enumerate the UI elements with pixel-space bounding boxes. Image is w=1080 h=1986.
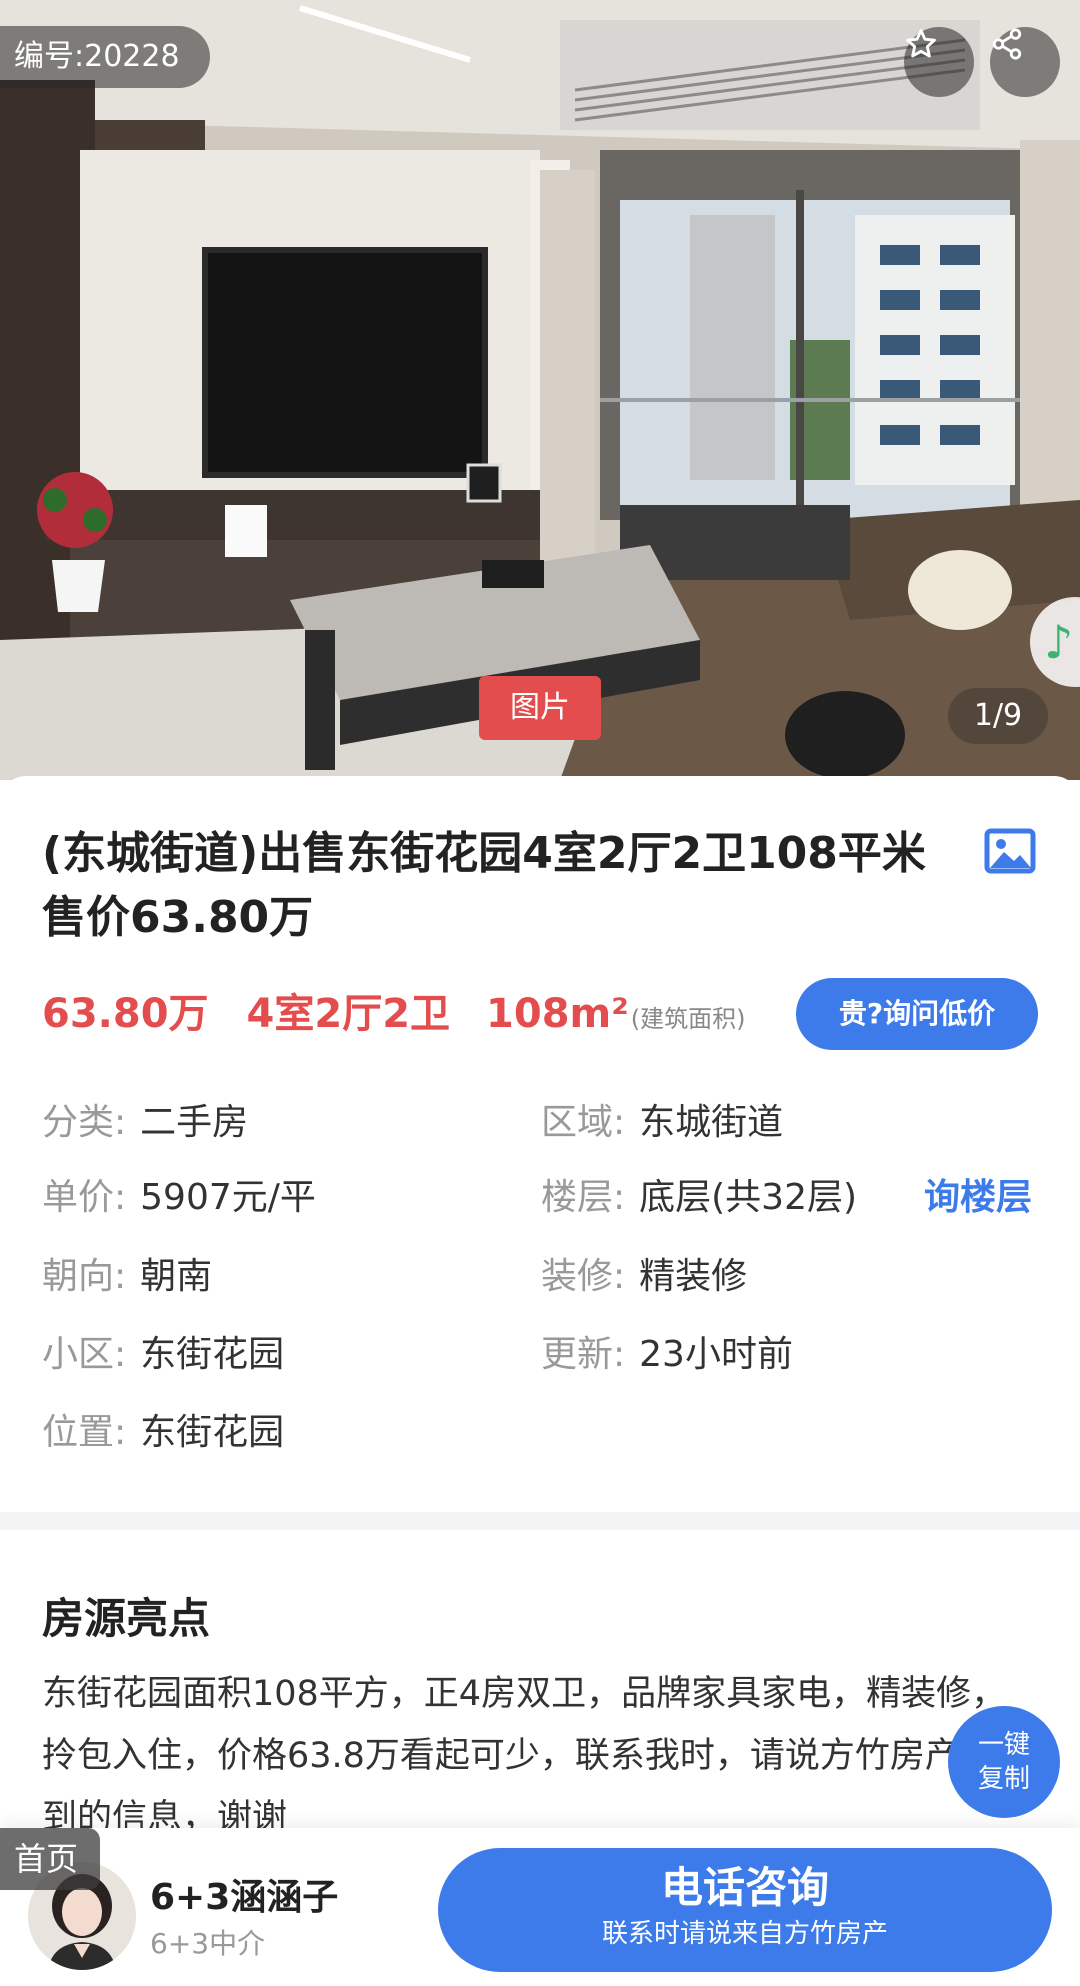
room-layout: 4室2厅2卫 (246, 991, 451, 1037)
section-divider (0, 1512, 1080, 1530)
image-counter: 1/9 (948, 688, 1048, 744)
ask-low-price-button[interactable]: 贵?询问低价 (796, 978, 1038, 1050)
one-click-copy-button[interactable]: 一键 复制 (948, 1706, 1060, 1818)
detail-floor: 楼层: 底层(共32层) (541, 1173, 857, 1223)
call-button-subtext: 联系时请说来自方竹房产 (601, 1919, 888, 1949)
image-tab[interactable]: 图片 (479, 676, 601, 740)
detail-value: 朝南 (140, 1256, 213, 1297)
share-icon (992, 28, 1022, 60)
detail-value: 东街花园 (140, 1334, 285, 1375)
price-summary-row: 63.80万 4室2厅2卫 108 m² (建筑面积) (42, 981, 745, 1041)
detail-key: 区域: (541, 1102, 626, 1143)
listing-title: (东城街道)出售东街花园4室2厅2卫108平米 售价63.80万 (42, 828, 926, 943)
star-outline-icon (906, 29, 936, 58)
call-button-label: 电话咨询 (660, 1863, 829, 1912)
detail-key: 位置: (42, 1412, 127, 1453)
listing-photo[interactable]: 编号:20228 ♪ 图片 1/9 (0, 0, 1080, 780)
area-unit: m² (569, 991, 629, 1037)
detail-key: 分类: (42, 1102, 127, 1143)
favorite-button[interactable] (904, 27, 974, 97)
detail-location: 位置: 东街花园 (42, 1408, 284, 1458)
copy-button-line1: 一键 (977, 1730, 1030, 1760)
detail-key: 楼层: (541, 1177, 626, 1218)
highlights-body: 东街花园面积108平方，正4房双卫，品牌家具家电，精装修，拎包入住，价格63.8… (42, 1674, 1007, 1831)
detail-community: 小区: 东街花园 (42, 1330, 284, 1380)
detail-value: 底层(共32层) (639, 1177, 858, 1218)
detail-value: 二手房 (140, 1102, 249, 1143)
gallery-icon[interactable] (984, 828, 1036, 874)
agent-company: 6+3中介 (150, 1927, 266, 1960)
detail-key: 装修: (541, 1256, 626, 1297)
highlights-title: 房源亮点 (42, 1594, 211, 1643)
area-note: (建筑面积) (630, 1005, 746, 1033)
detail-value: 东街花园 (140, 1412, 285, 1453)
copy-button-line2: 复制 (977, 1764, 1030, 1794)
detail-value: 精装修 (639, 1256, 748, 1297)
total-price: 63.80万 (42, 991, 209, 1037)
detail-decoration: 装修: 精装修 (541, 1252, 747, 1302)
detail-key: 单价: (42, 1177, 127, 1218)
agent-name: 6+3涵涵子 (150, 1877, 339, 1918)
detail-value: 东城街道 (639, 1102, 784, 1143)
share-button[interactable] (990, 27, 1060, 97)
phone-consult-button[interactable]: 电话咨询 联系时请说来自方竹房产 (438, 1848, 1052, 1972)
detail-orientation: 朝向: 朝南 (42, 1252, 212, 1302)
area-value: 108 (486, 991, 570, 1037)
detail-value: 5907元/平 (140, 1177, 316, 1218)
detail-key: 朝向: (42, 1256, 127, 1297)
ask-floor-link[interactable]: 询楼层 (924, 1173, 1032, 1223)
detail-value: 23小时前 (639, 1334, 793, 1375)
detail-district: 区域: 东城街道 (541, 1098, 783, 1148)
detail-updated: 更新: 23小时前 (541, 1330, 793, 1380)
home-tab[interactable]: 首页 (0, 1828, 101, 1890)
listing-id-badge: 编号:20228 (0, 26, 210, 88)
detail-category: 分类: 二手房 (42, 1098, 248, 1148)
detail-unit-price: 单价: 5907元/平 (42, 1173, 316, 1223)
living-room-photo (0, 0, 1080, 780)
detail-key: 更新: (541, 1334, 626, 1375)
music-note-icon: ♪ (1044, 615, 1074, 669)
detail-key: 小区: (42, 1334, 127, 1375)
